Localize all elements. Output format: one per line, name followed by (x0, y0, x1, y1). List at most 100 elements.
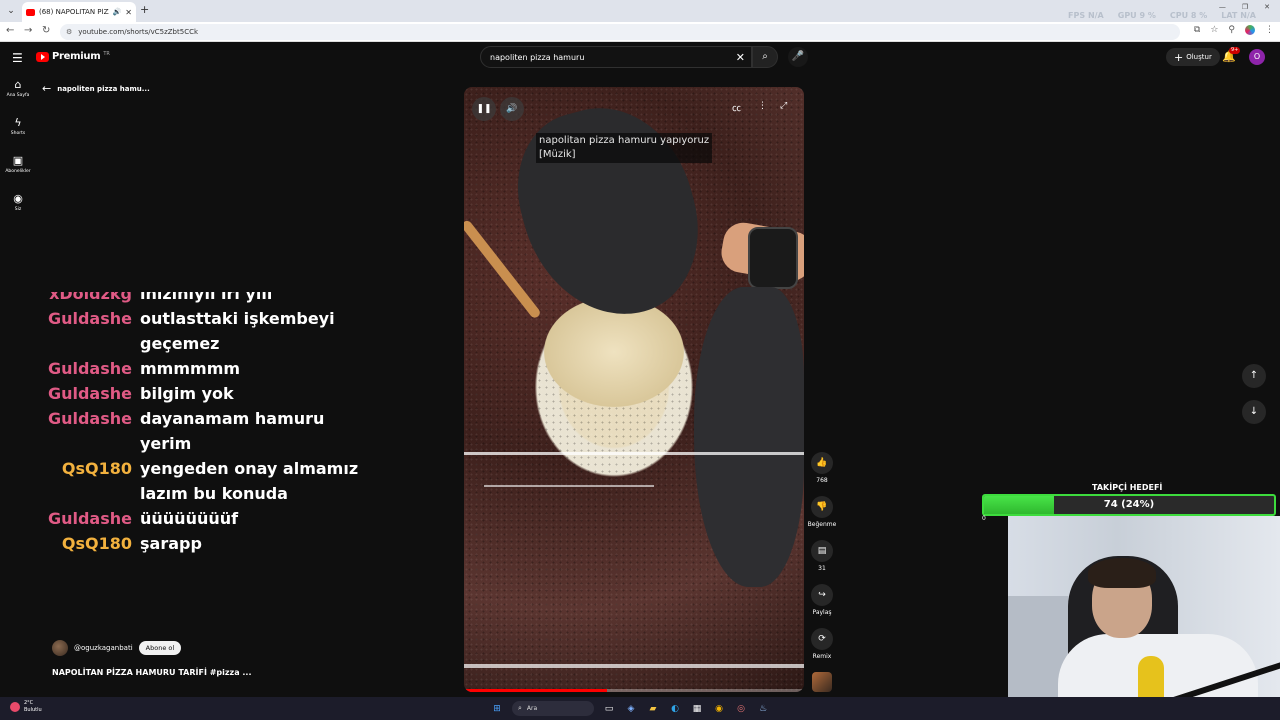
video-light-streak (484, 485, 654, 487)
search-button[interactable]: ⌕ (752, 46, 778, 68)
chat-message: Guldashe bilgim yok (0, 381, 380, 406)
stat-fps: FPS N/A (1068, 11, 1104, 20)
pause-icon: ❚❚ (476, 104, 492, 114)
back-arrow-icon[interactable]: ← (42, 82, 51, 95)
more-options-icon[interactable]: ⋮ (758, 101, 767, 111)
captions-icon[interactable]: ㏄ (732, 101, 741, 114)
extensions-icon[interactable]: ⚲ (1228, 25, 1235, 35)
chat-username: Guldashe (47, 509, 132, 528)
chat-message: QsQ180 yengeden onay almamız lazım bu kon… (0, 456, 380, 506)
sidebar-item-label: Shorts (10, 131, 26, 136)
stat-gpu: GPU 9 % (1117, 11, 1156, 20)
stat-lat: LAT N/A (1221, 11, 1256, 20)
dislike-button[interactable]: 👎 Beğenme (806, 496, 838, 540)
sidebar-item-subscriptions[interactable]: ▣ Abonelikler (0, 154, 36, 192)
browser-tab[interactable]: (68) NAPOLITAN PİZZA HAMURU 🔊 ✕ (22, 2, 136, 22)
close-tab-icon[interactable]: ✕ (125, 8, 132, 17)
reload-icon[interactable]: ↻ (42, 25, 50, 36)
follower-goal-bar: 74 (24%) (982, 494, 1276, 516)
like-button[interactable]: 👍 768 (806, 452, 838, 496)
search-value: napoliten pizza hamuru (490, 52, 585, 62)
caption-line: napolitan pizza hamuru yapıyoruz (539, 135, 710, 146)
weather-icon (10, 702, 20, 712)
caption-line: [Müzik] (539, 149, 576, 160)
weather-temp: 2°C (24, 700, 34, 706)
bookmark-star-icon[interactable]: ☆ (1210, 25, 1218, 35)
taskbar-search[interactable]: ⌕ Ara (512, 701, 594, 716)
subscribe-button[interactable]: Abone ol (138, 641, 182, 655)
next-short-button[interactable]: ↓ (1242, 400, 1266, 424)
back-row[interactable]: ← napoliten pizza hamu... (42, 82, 150, 95)
steam-icon[interactable]: ♨ (756, 702, 770, 716)
speaker-icon[interactable]: 🔊 (113, 8, 122, 16)
maximize-icon[interactable]: ❐ (1242, 3, 1248, 11)
sidebar-item-shorts[interactable]: ϟ Shorts (0, 116, 36, 154)
extension-icon[interactable] (1245, 25, 1255, 35)
channel-avatar[interactable] (52, 640, 68, 656)
home-icon: ⌂ (14, 78, 22, 91)
pause-button[interactable]: ❚❚ (472, 97, 496, 121)
search-input[interactable]: napoliten pizza hamuru ✕ (480, 46, 752, 68)
youtube-logo[interactable]: Premium TR (36, 51, 110, 62)
thumbs-up-icon: 👍 (811, 452, 833, 474)
weather-widget[interactable]: 2°C Bulutlu (10, 700, 42, 714)
share-button[interactable]: ↪ Paylaş (806, 584, 838, 628)
short-title[interactable]: NAPOLİTAN PİZZA HAMURU TARİFİ #pizza ... (52, 668, 252, 677)
voice-search-button[interactable]: 🎤 (788, 47, 808, 67)
chat-text: mmmmmm (140, 359, 241, 378)
shorts-video-player[interactable]: ❚❚ 🔊 ㏄ ⋮ ⤢ napolitan pizza hamuru yapıyo… (464, 87, 804, 692)
minimize-icon[interactable]: — (1219, 3, 1226, 11)
comments-button[interactable]: ▤ 31 (806, 540, 838, 584)
comment-icon: ▤ (811, 540, 833, 562)
remix-icon: ⟳ (811, 628, 833, 650)
close-window-icon[interactable]: ✕ (1264, 3, 1270, 11)
subscriptions-icon: ▣ (12, 154, 24, 167)
url-field[interactable]: ⚙ youtube.com/shorts/vC5zZbt5CCk (60, 24, 1180, 40)
mini-sidebar: ⌂ Ana Sayfa ϟ Shorts ▣ Abonelikler ◉ Siz (0, 78, 36, 230)
edge-icon[interactable]: ◐ (668, 702, 682, 716)
video-glove-left (499, 88, 719, 336)
logo-region: TR (103, 50, 110, 57)
search-icon: ⌕ (518, 704, 522, 712)
clear-search-icon[interactable]: ✕ (736, 51, 745, 64)
share-label: Paylaş (812, 609, 832, 616)
tab-search-icon[interactable]: ⌄ (4, 4, 18, 18)
remix-label: Remix (812, 653, 832, 660)
follower-goal-title: TAKİPÇİ HEDEFİ (1092, 483, 1163, 492)
mute-button[interactable]: 🔊 (500, 97, 524, 121)
chat-text: dayanamam hamuru yerim (140, 409, 325, 453)
avatar[interactable]: O (1249, 49, 1265, 65)
mic-icon: 🎤 (791, 51, 805, 62)
forward-icon[interactable]: → (24, 25, 32, 36)
task-view-icon[interactable]: ▭ (602, 702, 616, 716)
previous-short-button[interactable]: ↑ (1242, 364, 1266, 388)
sound-thumbnail[interactable] (812, 672, 832, 692)
store-icon[interactable]: ▦ (690, 702, 704, 716)
follower-goal-text: 74 (24%) (1103, 499, 1155, 510)
chat-text: bilgim yok (140, 384, 234, 403)
chat-text: outlasttaki işkembeyi geçemez (140, 309, 335, 353)
create-button[interactable]: + Oluştur (1166, 48, 1220, 66)
volume-icon: 🔊 (506, 104, 518, 114)
site-info-icon[interactable]: ⚙ (66, 28, 72, 36)
weather-condition: Bulutlu (24, 707, 42, 713)
copilot-icon[interactable]: ◈ (624, 702, 638, 716)
back-icon[interactable]: ← (6, 25, 14, 36)
windows-start-icon[interactable]: ⊞ (490, 702, 504, 716)
url-text: youtube.com/shorts/vC5zZbt5CCk (78, 28, 199, 36)
sidebar-item-you[interactable]: ◉ Siz (0, 192, 36, 230)
install-icon[interactable]: ⧉ (1194, 25, 1200, 35)
remix-button[interactable]: ⟳ Remix (806, 628, 838, 672)
app-icon[interactable]: ◎ (734, 702, 748, 716)
new-tab-icon[interactable]: + (140, 3, 149, 16)
video-progress-bar[interactable] (464, 689, 804, 692)
stream-chat-overlay: xDoldzkg ınızıhıylı ırı yılı Guldashe outla… (0, 292, 380, 556)
file-explorer-icon[interactable]: ▰ (646, 702, 660, 716)
chrome-icon[interactable]: ◉ (712, 702, 726, 716)
sidebar-item-home[interactable]: ⌂ Ana Sayfa (0, 78, 36, 116)
fullscreen-icon[interactable]: ⤢ (780, 101, 787, 111)
browser-menu-icon[interactable]: ⋮ (1265, 25, 1274, 35)
menu-icon[interactable]: ☰ (12, 51, 23, 65)
channel-handle[interactable]: @oguzkaganbati (74, 644, 133, 652)
shorts-actions: 👍 768 👎 Beğenme ▤ 31 ↪ Paylaş ⟳ Remix (806, 452, 838, 672)
